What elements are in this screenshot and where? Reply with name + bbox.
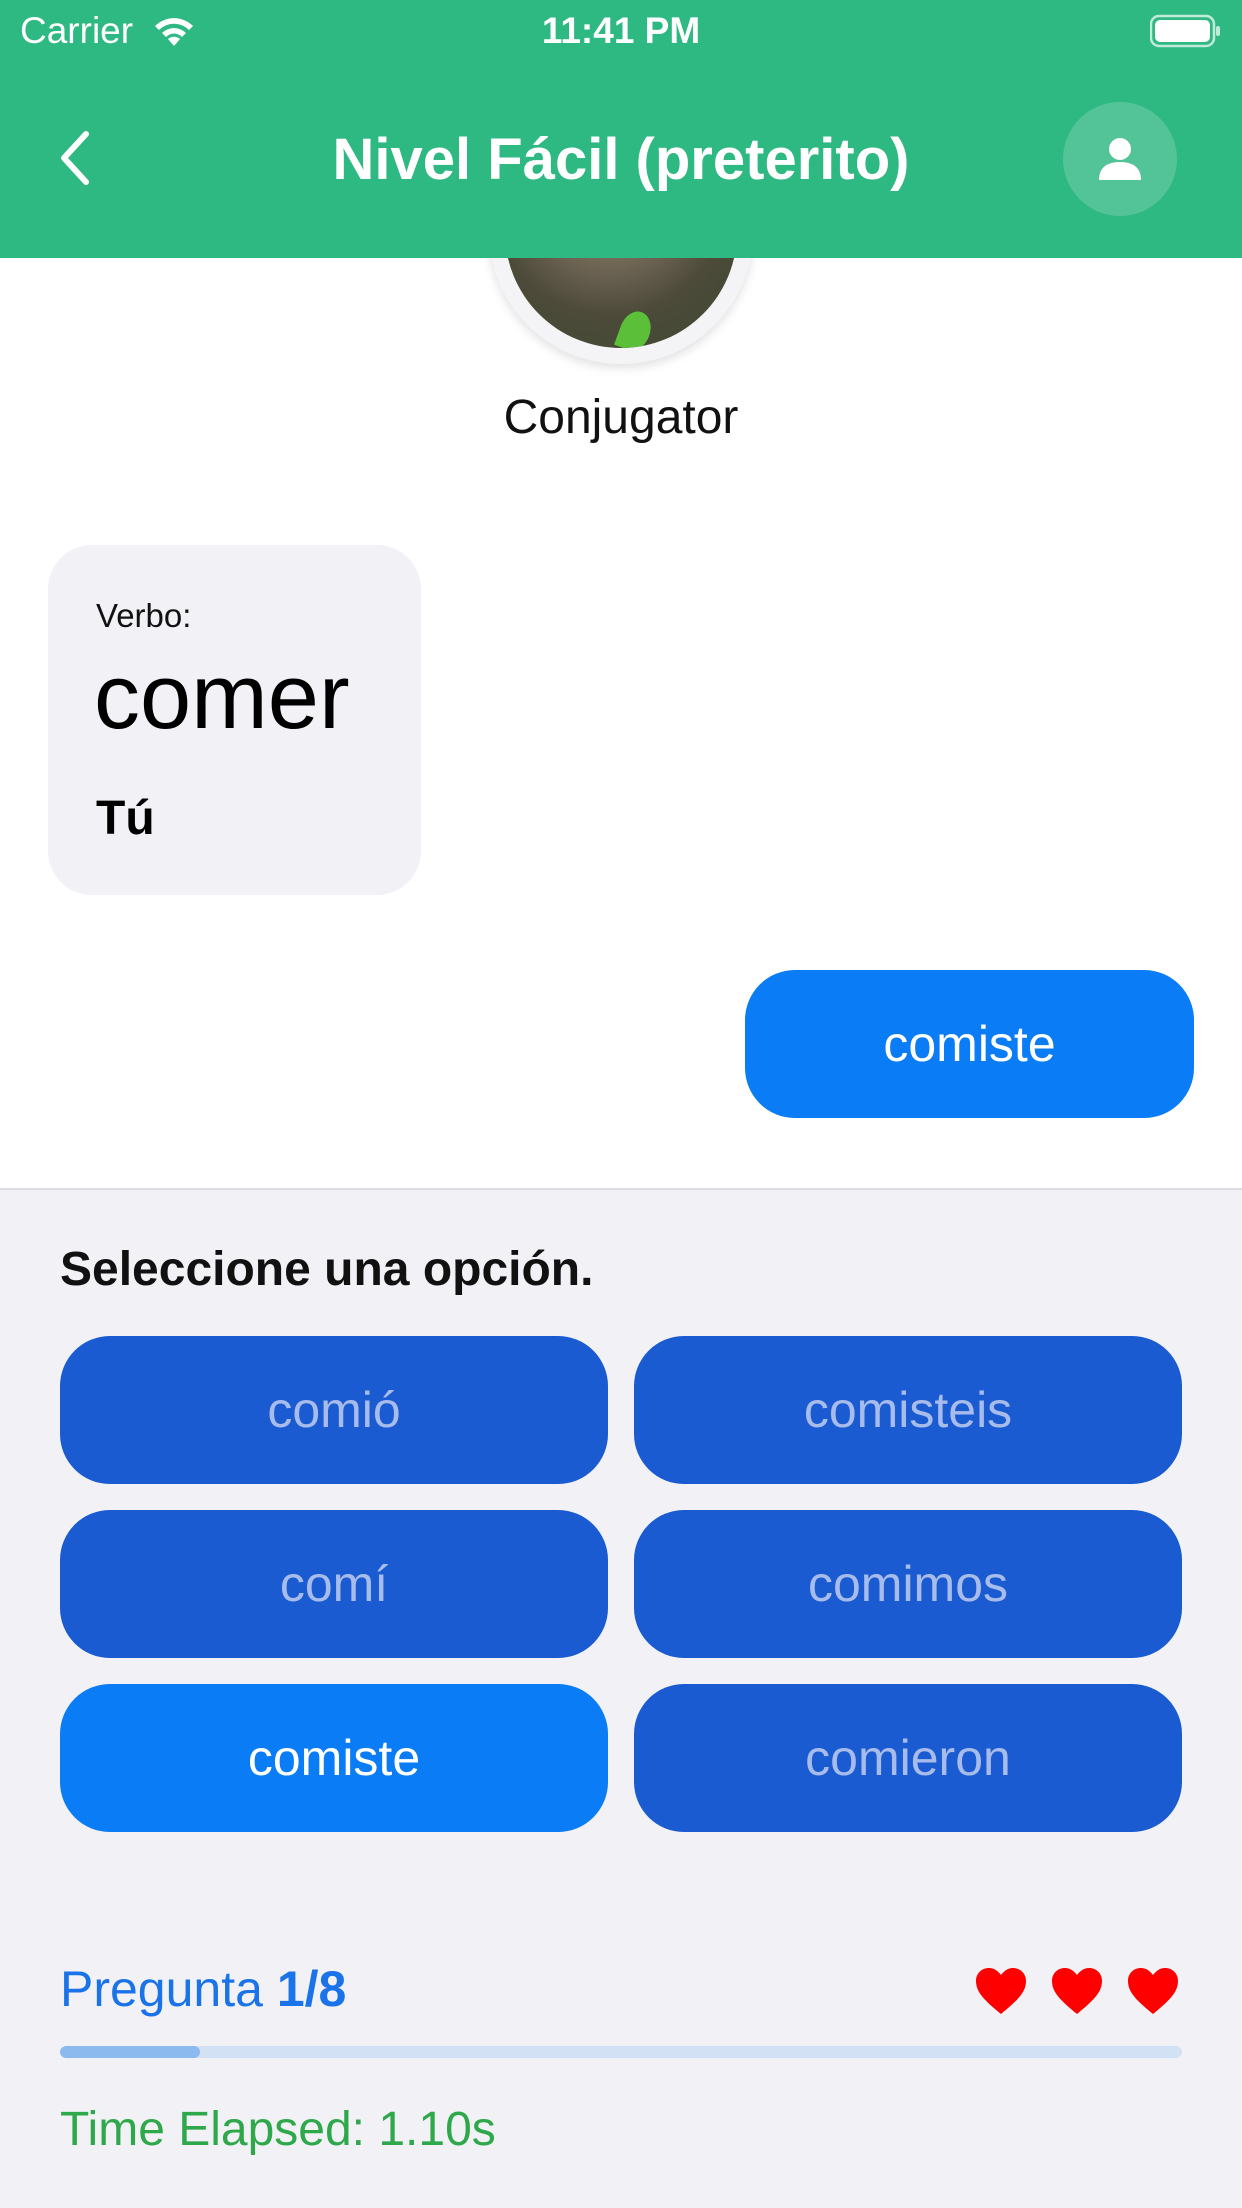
- app-name: Conjugator: [503, 391, 739, 444]
- heart-icon: [1128, 1968, 1178, 2014]
- avatar-leaf-decoration: [614, 307, 656, 348]
- progress-value: 1/8: [276, 1961, 347, 2017]
- progress-bar: [60, 2046, 1182, 2058]
- lives-indicator: [974, 1966, 1180, 2016]
- question-card: Verbo: comer Tú: [48, 545, 421, 895]
- option-button[interactable]: comieron: [634, 1684, 1182, 1832]
- option-button[interactable]: comí: [60, 1510, 608, 1658]
- heart-icon: [1052, 1968, 1102, 2014]
- status-time: 11:41 PM: [541, 10, 701, 51]
- progress-bar-fill: [60, 2046, 201, 2058]
- option-button[interactable]: comisteis: [634, 1336, 1182, 1484]
- verb-value: comer: [94, 646, 350, 748]
- heart-icon: [976, 1968, 1026, 2014]
- progress-label: Pregunta 1/8: [60, 1960, 346, 2018]
- time-elapsed: Time Elapsed: 1.10s: [60, 2103, 496, 2156]
- verb-label: Verbo:: [96, 597, 192, 634]
- battery-icon: [1150, 14, 1220, 48]
- option-button[interactable]: comió: [60, 1336, 608, 1484]
- progress-label-text: Pregunta: [60, 1961, 263, 2017]
- option-button[interactable]: comimos: [634, 1510, 1182, 1658]
- person-icon: [1099, 138, 1141, 180]
- profile-button[interactable]: [1063, 102, 1177, 216]
- answer-bubble: comiste: [745, 970, 1194, 1118]
- pronoun: Tú: [96, 792, 155, 845]
- options-panel: Seleccione una opción. comió comisteis c…: [0, 1188, 1242, 2208]
- options-prompt: Seleccione una opción.: [60, 1243, 594, 1296]
- nav-header: Carrier 11:41 PM Nivel Fácil (preterito): [0, 0, 1242, 258]
- quiz-screen: Carrier 11:41 PM Nivel Fácil (preterito)…: [0, 0, 1242, 2208]
- option-button[interactable]: comiste: [60, 1684, 608, 1832]
- page-title: Nivel Fácil (preterito): [332, 127, 910, 192]
